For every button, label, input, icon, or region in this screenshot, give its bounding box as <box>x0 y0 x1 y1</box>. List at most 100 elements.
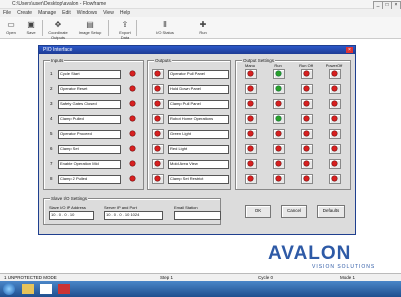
menu-item[interactable]: View <box>103 9 114 17</box>
toolbar-button-label: Run <box>199 30 207 35</box>
output-setting-led <box>276 146 281 151</box>
output-setting-toggle[interactable] <box>245 174 257 184</box>
outputs-group: Outputs Operator Pull Panel Hold Down Pan… <box>147 58 231 190</box>
input-name-field[interactable]: Operator Proceed <box>58 130 121 139</box>
output-setting-toggle[interactable] <box>273 84 285 94</box>
output-setting-toggle[interactable] <box>273 99 285 109</box>
output-name-field[interactable]: Mold Area View <box>168 160 229 169</box>
output-name-field[interactable]: Clamp Pull Panel <box>168 100 229 109</box>
output-toggle-button[interactable] <box>152 69 164 79</box>
app-icon[interactable] <box>58 284 70 294</box>
input-name-field[interactable]: Clamp 2 Pulled <box>58 175 121 184</box>
input-row: 1 Cycle Start <box>50 69 140 79</box>
export-data-button[interactable]: ⇪ Export Data <box>116 19 134 40</box>
output-toggle-button[interactable] <box>152 129 164 139</box>
output-setting-toggle[interactable] <box>301 99 313 109</box>
run-button[interactable]: ✚ Run <box>194 19 212 37</box>
menu-item[interactable]: Windows <box>77 9 97 17</box>
output-toggle-button[interactable] <box>152 159 164 169</box>
menu-item[interactable]: File <box>3 9 11 17</box>
email-station-field[interactable] <box>174 211 221 220</box>
output-setting-toggle[interactable] <box>329 84 341 94</box>
output-setting-toggle[interactable] <box>301 129 313 139</box>
output-name-field[interactable]: Green Light <box>168 130 229 139</box>
input-name-field[interactable]: Enable Operation Mid <box>58 160 121 169</box>
output-name-field[interactable]: Hold Down Panel <box>168 85 229 94</box>
output-toggle-button[interactable] <box>152 144 164 154</box>
output-toggle-button[interactable] <box>152 99 164 109</box>
output-setting-led <box>276 71 281 76</box>
menu-item[interactable]: Create <box>17 9 32 17</box>
start-button[interactable] <box>3 283 15 295</box>
defaults-button[interactable]: Defaults <box>317 205 345 218</box>
output-setting-led <box>248 101 253 106</box>
menu-item[interactable]: Manage <box>38 9 56 17</box>
output-setting-led <box>332 116 337 121</box>
output-name-field[interactable]: Red Light <box>168 145 229 154</box>
output-setting-toggle[interactable] <box>301 144 313 154</box>
window-titlebar: C:\Users\user\Desktop\avalon - Flowframe… <box>0 0 401 10</box>
input-name-field[interactable]: Safety Gates Closed <box>58 100 121 109</box>
menu-item[interactable]: Help <box>120 9 130 17</box>
output-setting-toggle[interactable] <box>273 129 285 139</box>
i-o-status-button[interactable]: Ⅱ I/O Status <box>156 19 174 37</box>
output-setting-toggle[interactable] <box>301 114 313 124</box>
output-setting-toggle[interactable] <box>245 99 257 109</box>
input-name-field[interactable]: Clamp Set <box>58 145 121 154</box>
logo-tagline: VISION SOLUTIONS <box>312 264 376 270</box>
output-setting-toggle[interactable] <box>301 69 313 79</box>
menu-item[interactable]: Edit <box>62 9 71 17</box>
output-setting-toggle[interactable] <box>329 114 341 124</box>
ip-address-field[interactable]: 10 . 0 . 0 . 10 <box>49 211 94 220</box>
output-setting-toggle[interactable] <box>301 159 313 169</box>
output-name-field[interactable]: Robot Home Operations <box>168 115 229 124</box>
output-setting-toggle[interactable] <box>273 159 285 169</box>
server-ip-field[interactable]: 10 . 0 . 0 . 10 1024 <box>104 211 163 220</box>
output-setting-toggle[interactable] <box>329 144 341 154</box>
image-setup-button[interactable]: ▤ Image Setup <box>76 19 104 37</box>
input-name-field[interactable]: Operator Reset <box>58 85 121 94</box>
dialog-close-button[interactable]: × <box>346 47 353 53</box>
cancel-button[interactable]: Cancel <box>281 205 307 218</box>
output-setting-toggle[interactable] <box>329 159 341 169</box>
coordinate-icon: ✥ <box>54 20 62 29</box>
output-setting-toggle[interactable] <box>329 174 341 184</box>
output-toggle-button[interactable] <box>152 84 164 94</box>
output-setting-led <box>332 86 337 91</box>
output-setting-toggle[interactable] <box>329 69 341 79</box>
output-setting-led <box>276 176 281 181</box>
input-name-field[interactable]: Clamp Pulled <box>58 115 121 124</box>
output-setting-toggle[interactable] <box>301 174 313 184</box>
output-setting-toggle[interactable] <box>273 174 285 184</box>
output-setting-toggle[interactable] <box>301 84 313 94</box>
output-setting-led <box>276 116 281 121</box>
output-setting-toggle[interactable] <box>245 144 257 154</box>
output-setting-toggle[interactable] <box>245 69 257 79</box>
save-button[interactable]: ▣ Save <box>22 19 40 37</box>
ok-button[interactable]: OK <box>245 205 271 218</box>
open-button[interactable]: ▭ Open <box>2 19 20 37</box>
output-setting-toggle[interactable] <box>273 114 285 124</box>
output-setting-toggle[interactable] <box>245 114 257 124</box>
folder-icon[interactable] <box>22 284 34 294</box>
inputs-group: Inputs 1 Cycle Start 2 Operator Reset 3 Safet… <box>43 58 144 190</box>
output-setting-toggle[interactable] <box>245 129 257 139</box>
coordinate-outputs-button[interactable]: ✥ Coordinate Outputs <box>44 19 72 40</box>
output-setting-toggle[interactable] <box>329 99 341 109</box>
input-row: 8 Clamp 2 Pulled <box>50 174 140 184</box>
output-toggle-button[interactable] <box>152 114 164 124</box>
output-setting-toggle[interactable] <box>245 159 257 169</box>
input-name-field[interactable]: Cycle Start <box>58 70 121 79</box>
output-name-field[interactable]: Operator Pull Panel <box>168 70 229 79</box>
input-status-led <box>130 86 135 91</box>
export-icon: ⇪ <box>121 20 129 29</box>
output-setting-toggle[interactable] <box>245 84 257 94</box>
output-toggle-button[interactable] <box>152 174 164 184</box>
input-status-led <box>130 146 135 151</box>
input-number: 1 <box>50 71 53 76</box>
output-setting-toggle[interactable] <box>273 144 285 154</box>
output-setting-toggle[interactable] <box>273 69 285 79</box>
document-icon[interactable] <box>40 284 52 294</box>
output-setting-toggle[interactable] <box>329 129 341 139</box>
output-name-field[interactable]: Clamp Set Restrict <box>168 175 229 184</box>
